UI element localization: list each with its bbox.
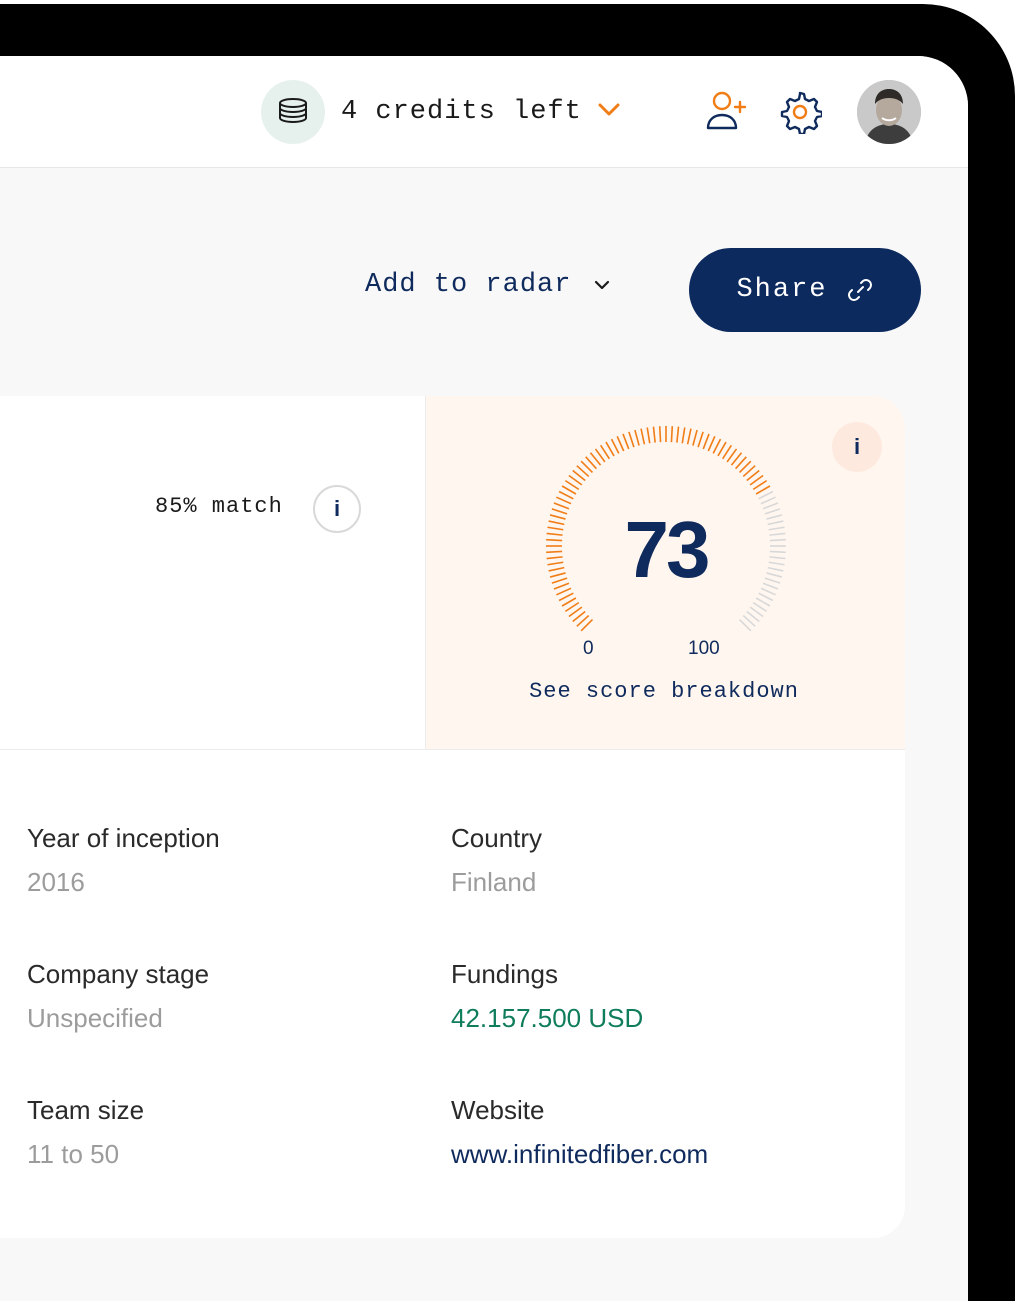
gauge-tick-filled — [692, 429, 698, 446]
gauge-tick-filled — [717, 441, 727, 457]
field-country: Country Finland — [451, 821, 851, 899]
company-card: 85% match i i 73 0 100 See score breakdo… — [0, 396, 905, 1238]
field-value: 11 to 50 — [27, 1139, 120, 1169]
gauge-tick-empty — [767, 520, 784, 526]
top-bar: 4 credits left — [0, 56, 968, 168]
gauge-tick-filled — [712, 438, 722, 454]
gauge-tick-empty — [766, 514, 783, 520]
gauge-tick-filled — [547, 561, 564, 566]
gear-icon[interactable] — [778, 90, 822, 134]
gauge-tick-empty — [769, 538, 786, 542]
gauge-min-label: 0 — [583, 638, 594, 659]
gauge-tick-filled — [548, 520, 565, 526]
field-label: Country — [451, 823, 543, 853]
add-to-radar-dropdown[interactable]: Add to radar — [365, 270, 611, 300]
coins-stack-icon[interactable] — [261, 80, 325, 144]
match-label: 85% match — [155, 494, 283, 519]
gauge-tick-filled — [546, 532, 563, 536]
gauge-tick-filled — [628, 431, 635, 448]
chevron-down-icon[interactable] — [596, 100, 622, 120]
field-fundings: Fundings 42.157.500 USD — [451, 957, 851, 1035]
gauge-tick-filled — [707, 436, 716, 452]
field-value: 42.157.500 USD — [451, 1003, 644, 1033]
field-value: 2016 — [27, 867, 85, 897]
share-button[interactable]: Share — [689, 248, 921, 332]
device-frame: 4 credits left Add to radar Share 85% ma… — [0, 4, 1015, 1301]
field-label: Fundings — [451, 959, 558, 989]
gauge-tick-filled — [558, 490, 574, 500]
gauge-tick-filled — [686, 428, 692, 445]
gauge-tick-filled — [551, 577, 568, 584]
field-label: Team size — [27, 1095, 145, 1125]
gauge-tick-filled — [546, 556, 563, 560]
gauge-tick-empty — [758, 490, 774, 500]
gauge-tick-empty — [769, 532, 786, 536]
gauge-tick-filled — [610, 438, 620, 454]
gauge-tick-filled — [702, 433, 710, 450]
gauge-tick-filled — [652, 426, 656, 443]
gauge-tick-filled — [605, 441, 615, 457]
gauge-tick-filled — [548, 566, 565, 572]
gauge-tick-filled — [670, 426, 674, 443]
gauge-tick-empty — [769, 550, 786, 554]
gauge-tick-filled — [755, 485, 771, 495]
match-info-button[interactable]: i — [313, 485, 361, 533]
add-user-icon[interactable] — [704, 88, 750, 134]
field-team-size: Team size 11 to 50 — [27, 1093, 427, 1171]
gauge-tick-filled — [658, 426, 662, 443]
gauge-tick-filled — [676, 426, 680, 443]
chevron-down-icon — [595, 280, 610, 290]
share-label: Share — [736, 275, 828, 305]
app-screen: 4 credits left Add to radar Share 85% ma… — [0, 56, 968, 1301]
score-panel: i 73 0 100 See score breakdown — [426, 396, 905, 749]
field-value: Unspecified — [27, 1003, 163, 1033]
avatar[interactable] — [857, 80, 921, 144]
field-website: Website www.infinitedfiber.com — [451, 1093, 851, 1171]
gauge-tick-filled — [549, 572, 566, 578]
add-to-radar-label: Add to radar — [365, 270, 572, 300]
gauge-tick-empty — [764, 577, 781, 584]
gauge-tick-filled — [549, 514, 566, 520]
gauge-tick-empty — [766, 572, 783, 578]
card-divider — [0, 749, 905, 750]
link-icon — [847, 279, 872, 301]
match-panel: 85% match i — [0, 396, 426, 749]
gauge-tick-filled — [681, 427, 686, 444]
field-year-of-inception: Year of inception 2016 — [27, 821, 427, 899]
field-label: Website — [451, 1095, 545, 1125]
gauge-tick-empty — [768, 561, 785, 566]
score-value: 73 — [624, 505, 711, 594]
gauge-tick-filled — [697, 431, 704, 448]
field-company-stage: Company stage Unspecified — [27, 957, 427, 1035]
website-link[interactable]: www.infinitedfiber.com — [451, 1137, 851, 1171]
gauge-tick-empty — [768, 526, 785, 531]
gauge-tick-filled — [634, 429, 640, 446]
score-breakdown-link[interactable]: See score breakdown — [504, 679, 824, 704]
gauge-tick-filled — [547, 526, 564, 531]
credits-left-label[interactable]: 4 credits left — [341, 94, 582, 130]
gauge-max-label: 100 — [688, 638, 720, 659]
gauge-tick-filled — [640, 428, 646, 445]
gauge-tick-filled — [546, 550, 563, 554]
gauge-tick-filled — [546, 538, 563, 542]
gauge-tick-filled — [622, 433, 630, 450]
gauge-tick-filled — [561, 485, 577, 495]
gauge-tick-empty — [769, 556, 786, 560]
field-value: Finland — [451, 867, 537, 897]
field-label: Year of inception — [27, 823, 220, 853]
gauge-tick-empty — [767, 566, 784, 572]
gauge-tick-filled — [646, 427, 651, 444]
gauge-tick-filled — [551, 508, 568, 515]
score-info-button[interactable]: i — [832, 422, 882, 472]
gauge-tick-empty — [764, 508, 781, 515]
gauge-tick-filled — [616, 436, 625, 452]
field-label: Company stage — [27, 959, 210, 989]
